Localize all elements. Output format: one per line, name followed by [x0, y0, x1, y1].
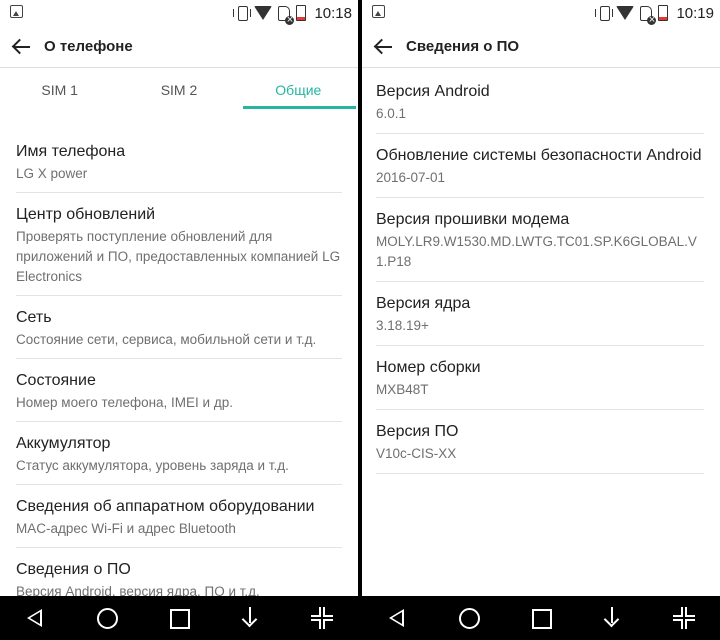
battery-icon	[658, 5, 669, 21]
list-item-battery[interactable]: Аккумулятор Статус аккумулятора, уровень…	[16, 422, 342, 485]
item-subtitle: Проверять поступление обновлений для при…	[16, 229, 341, 284]
no-sim-icon	[278, 5, 295, 25]
page-title: О телефоне	[44, 38, 133, 55]
item-title: Сеть	[16, 309, 52, 326]
action-bar: О телефоне	[0, 26, 358, 68]
about-phone-screen: 10:18 О телефоне SIM 1 SIM 2 Общие Имя т…	[0, 0, 358, 640]
action-bar: Сведения о ПО	[362, 26, 720, 68]
item-value: 2016-07-01	[376, 170, 446, 185]
list-item-status[interactable]: Состояние Номер моего телефона, IMEI и д…	[16, 359, 342, 422]
list-item-baseband-version[interactable]: Версия прошивки модема MOLY.LR9.W1530.MD…	[376, 198, 704, 282]
item-value: 6.0.1	[376, 106, 407, 121]
status-bar: 10:18	[0, 0, 358, 26]
list-item-build-number[interactable]: Номер сборки MXB48T	[376, 346, 704, 410]
nav-recents-icon[interactable]	[164, 603, 194, 633]
list-item-kernel-version[interactable]: Версия ядра 3.18.19+	[376, 282, 704, 346]
navigation-bar	[362, 596, 720, 640]
nav-recents-icon[interactable]	[526, 603, 556, 633]
nav-back-icon[interactable]	[383, 603, 413, 633]
vibrate-icon	[595, 5, 614, 21]
image-notification-icon	[10, 5, 23, 18]
item-subtitle: LG X power	[16, 166, 88, 181]
item-title: Версия Android	[376, 83, 490, 100]
tab-bar: SIM 1 SIM 2 Общие	[0, 69, 358, 111]
item-title: Сведения об аппаратном оборудовании	[16, 498, 315, 515]
tab-sim2[interactable]: SIM 2	[119, 69, 238, 111]
wifi-icon	[254, 6, 273, 20]
item-title: Аккумулятор	[16, 435, 111, 452]
list-item-phone-name[interactable]: Имя телефона LG X power	[16, 130, 342, 193]
navigation-bar	[0, 596, 358, 640]
software-info-screen: 10:19 Сведения о ПО Версия Android 6.0.1…	[362, 0, 720, 640]
item-subtitle: Состояние сети, сервиса, мобильной сети …	[16, 332, 317, 347]
software-info-list: Версия Android 6.0.1 Обновление системы …	[376, 70, 704, 474]
battery-fill	[659, 16, 668, 20]
item-subtitle: Номер моего телефона, IMEI и др.	[16, 395, 233, 410]
item-value: MXB48T	[376, 382, 429, 397]
settings-list: Имя телефона LG X power Центр обновлений…	[16, 130, 342, 610]
image-notification-icon	[372, 5, 385, 18]
tab-general[interactable]: Общие	[239, 69, 358, 111]
item-subtitle: MAC-адрес Wi-Fi и адрес Bluetooth	[16, 521, 236, 536]
list-item-security-update[interactable]: Обновление системы безопасности Android …	[376, 134, 704, 198]
list-item-software-version[interactable]: Версия ПО V10c-CIS-XX	[376, 410, 704, 474]
back-arrow-icon[interactable]	[10, 34, 36, 60]
item-title: Версия ПО	[376, 423, 459, 440]
nav-notifications-icon[interactable]	[236, 603, 266, 633]
list-item-hardware-info[interactable]: Сведения об аппаратном оборудовании MAC-…	[16, 485, 342, 548]
item-value: V10c-CIS-XX	[376, 446, 457, 461]
item-title: Версия прошивки модема	[376, 211, 570, 228]
list-item-update-center[interactable]: Центр обновлений Проверять поступление о…	[16, 193, 342, 296]
status-icons: 10:19	[595, 3, 714, 25]
item-title: Номер сборки	[376, 359, 481, 376]
item-title: Обновление системы безопасности Android	[376, 147, 702, 164]
status-icons: 10:18	[233, 3, 352, 25]
page-title: Сведения о ПО	[406, 38, 520, 55]
item-value: MOLY.LR9.W1530.MD.LWTG.TC01.SP.K6GLOBAL.…	[376, 234, 697, 269]
item-value: 3.18.19+	[376, 318, 429, 333]
nav-dual-window-icon[interactable]	[307, 603, 337, 633]
item-title: Имя телефона	[16, 143, 126, 160]
item-title: Сведения о ПО	[16, 561, 131, 578]
nav-back-icon[interactable]	[21, 603, 51, 633]
nav-home-icon[interactable]	[454, 603, 484, 633]
battery-fill	[297, 16, 306, 20]
vibrate-icon	[233, 5, 252, 21]
clock: 10:18	[314, 4, 352, 22]
list-item-android-version[interactable]: Версия Android 6.0.1	[376, 70, 704, 134]
list-item-network[interactable]: Сеть Состояние сети, сервиса, мобильной …	[16, 296, 342, 359]
item-title: Центр обновлений	[16, 206, 156, 223]
no-sim-icon	[640, 5, 657, 25]
item-title: Версия ядра	[376, 295, 471, 312]
battery-icon	[296, 5, 307, 21]
nav-notifications-icon[interactable]	[598, 603, 628, 633]
item-title: Состояние	[16, 372, 96, 389]
status-bar: 10:19	[362, 0, 720, 26]
clock: 10:19	[676, 4, 714, 22]
tab-sim1[interactable]: SIM 1	[0, 69, 119, 111]
nav-dual-window-icon[interactable]	[669, 603, 699, 633]
wifi-icon	[616, 6, 635, 20]
item-subtitle: Статус аккумулятора, уровень заряда и т.…	[16, 458, 289, 473]
back-arrow-icon[interactable]	[372, 34, 398, 60]
nav-home-icon[interactable]	[92, 603, 122, 633]
